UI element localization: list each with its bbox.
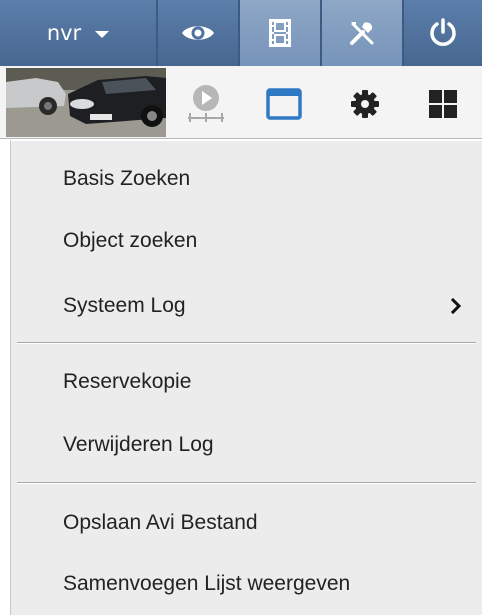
top-toolbar: nvr xyxy=(0,0,482,66)
playback-timeline-button[interactable] xyxy=(184,82,228,126)
tools-icon xyxy=(350,22,374,45)
film-icon xyxy=(269,19,291,47)
menu-divider xyxy=(17,342,476,344)
caret-down-icon xyxy=(95,31,110,38)
gear-icon xyxy=(351,90,379,118)
menu-item-object-zoeken[interactable]: Object zoeken xyxy=(11,211,482,271)
menu-item-samenvoegen-lijst-weergeven[interactable]: Samenvoegen Lijst weergeven xyxy=(11,554,482,614)
window-button[interactable] xyxy=(262,82,306,126)
eye-icon xyxy=(182,26,214,40)
grid-icon xyxy=(429,90,457,118)
secondary-toolbar xyxy=(0,66,482,139)
menu-item-verwijderen-log[interactable]: Verwijderen Log xyxy=(11,415,482,475)
menu-item-label: Opslaan Avi Bestand xyxy=(63,511,258,534)
menu-item-label: Basis Zoeken xyxy=(63,167,191,190)
user-menu-button[interactable]: nvr xyxy=(0,0,158,66)
user-name: nvr xyxy=(46,21,82,45)
settings-button[interactable] xyxy=(343,82,387,126)
menu-item-label: Object zoeken xyxy=(63,229,198,252)
live-view-button[interactable] xyxy=(158,0,240,66)
window-icon xyxy=(266,88,302,120)
menu-item-label: Samenvoegen Lijst weergeven xyxy=(63,572,351,595)
setup-button[interactable] xyxy=(322,0,404,66)
menu-item-reservekopie[interactable]: Reservekopie xyxy=(11,352,482,412)
menu-divider xyxy=(17,482,476,484)
playback-timeline-icon xyxy=(188,85,224,122)
menu-item-label: Verwijderen Log xyxy=(63,433,214,456)
menu-item-basis-zoeken[interactable]: Basis Zoeken xyxy=(11,149,482,209)
power-icon xyxy=(430,18,456,46)
chevron-right-icon xyxy=(450,298,462,314)
menu-item-label: Systeem Log xyxy=(63,294,186,317)
camera-thumbnail-image xyxy=(6,68,166,137)
menu-item-opslaan-avi-bestand[interactable]: Opslaan Avi Bestand xyxy=(11,493,482,553)
menu-item-label: Reservekopie xyxy=(63,370,192,393)
power-button[interactable] xyxy=(404,0,482,66)
layout-grid-button[interactable] xyxy=(421,82,465,126)
dropdown-menu: Basis Zoeken Object zoeken Systeem Log R… xyxy=(10,140,482,615)
menu-item-systeem-log[interactable]: Systeem Log xyxy=(11,276,482,336)
playback-button[interactable] xyxy=(240,0,322,66)
camera-thumbnail[interactable] xyxy=(6,68,166,137)
